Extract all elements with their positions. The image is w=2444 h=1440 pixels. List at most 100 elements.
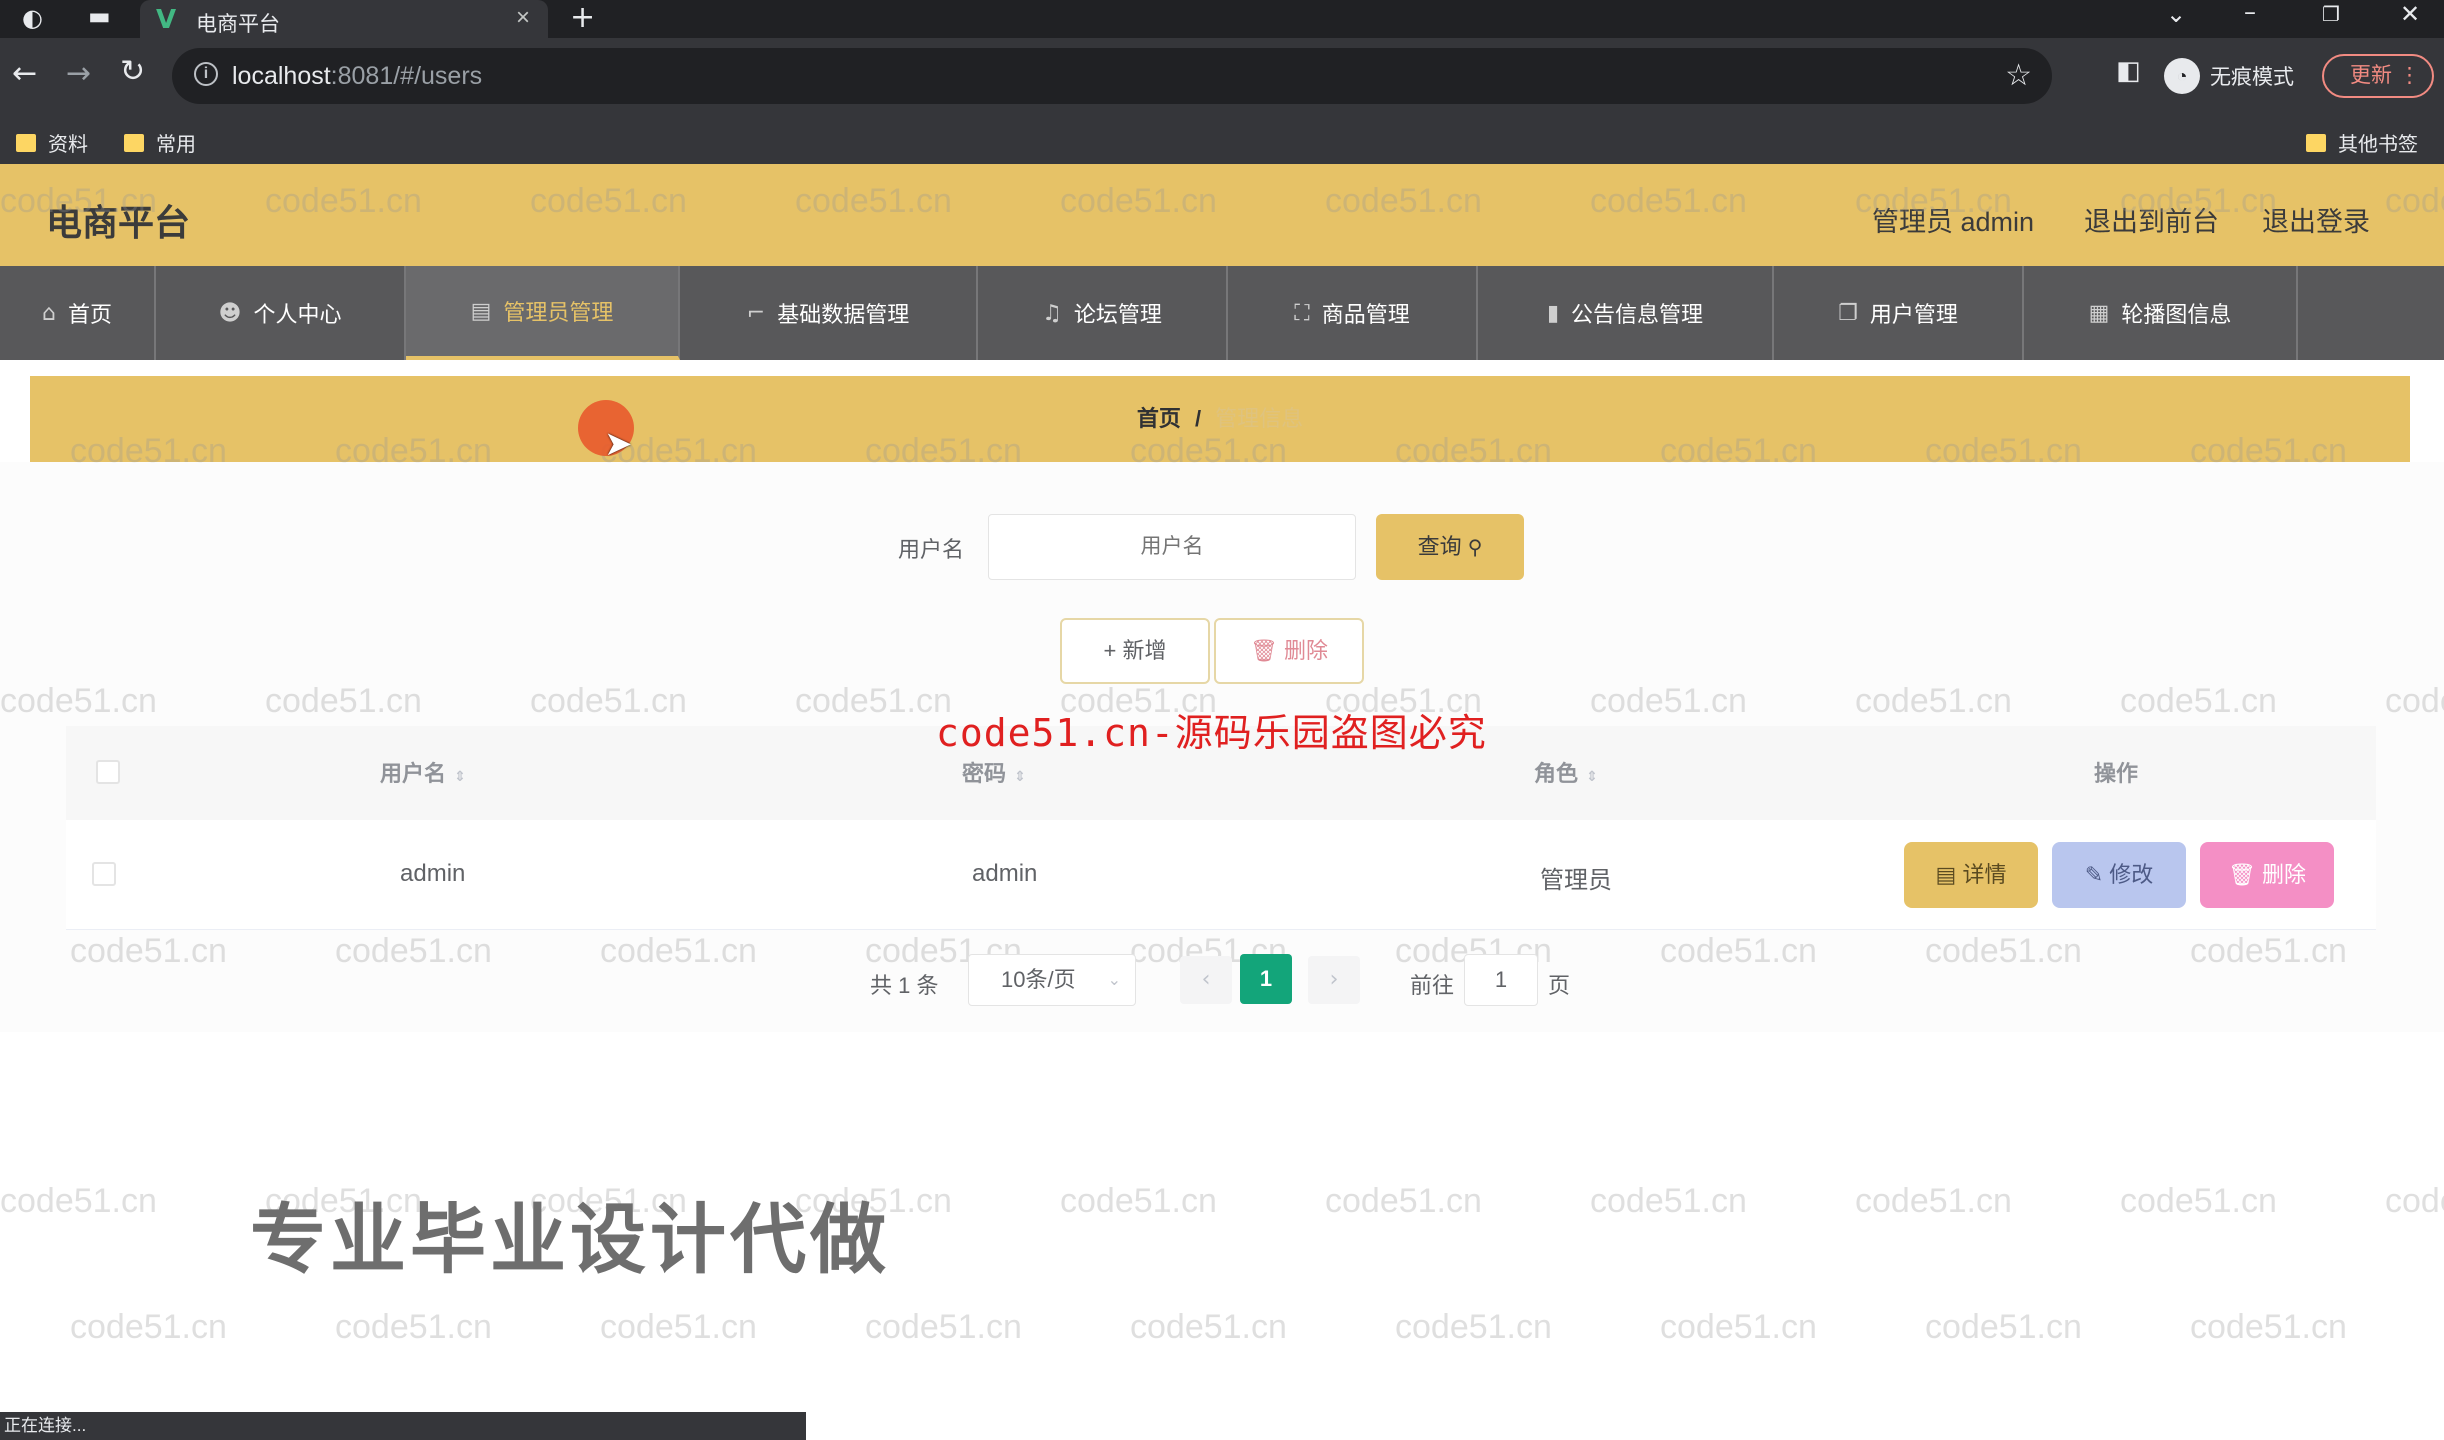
breadcrumb-separator: / [1194, 406, 1202, 431]
document-icon: ▤ [1935, 862, 1957, 887]
update-button[interactable]: 更新 ⋮ [2322, 54, 2434, 98]
promo-text: 专业毕业设计代做 [250, 1198, 890, 1283]
window-close-icon[interactable]: ✕ [2400, 0, 2420, 28]
incognito-indicator[interactable]: ◔ 无痕模式 [2164, 58, 2294, 94]
folder-icon [124, 133, 144, 152]
edit-icon: ✎ [2084, 862, 2104, 887]
nav-label: 商品管理 [1321, 302, 1410, 327]
restore-icon[interactable]: ❐ [2322, 2, 2340, 26]
watermark-text: code51.cn [335, 1308, 492, 1346]
sidepanel-icon[interactable]: ◧ [2116, 56, 2141, 86]
batch-delete-button[interactable]: 🗑 删除 [1214, 618, 1364, 684]
prev-page-button[interactable]: ‹ [1180, 956, 1232, 1004]
trash-icon: 🗑 [2227, 862, 2256, 887]
crop-icon: ⌐ [746, 300, 766, 326]
home-icon: ⌂ [42, 300, 56, 326]
table-icon: ▤ [470, 298, 492, 324]
info-icon[interactable]: i [194, 62, 218, 86]
select-all-checkbox[interactable] [96, 760, 120, 784]
row-delete-button[interactable]: 🗑 删除 [2200, 842, 2334, 908]
detail-label: 详情 [1962, 862, 2007, 887]
nav-item-goods[interactable]: ⛶ 商品管理 [1228, 266, 1478, 360]
forward-icon[interactable]: → [66, 56, 91, 91]
chevron-down-icon[interactable]: ⌄ [2166, 0, 2186, 28]
query-label: 查询 [1417, 534, 1462, 559]
watermark-text: code51.cn [0, 1182, 157, 1220]
back-icon[interactable]: ← [12, 56, 37, 91]
new-tab-icon[interactable]: + [570, 0, 595, 35]
nav-label: 轮播图信息 [2121, 302, 2232, 327]
nav-item-forum[interactable]: ♫ 论坛管理 [978, 266, 1228, 360]
page-number-current[interactable]: 1 [1240, 954, 1292, 1004]
reload-icon[interactable]: ↻ [120, 54, 145, 89]
tab-list-icon[interactable]: ▬ [88, 2, 111, 30]
nav-item-home[interactable]: ⌂ 首页 [0, 266, 156, 360]
header-password-label: 密码 [962, 761, 1007, 786]
watermark-text: code51.cn [2190, 432, 2347, 470]
breadcrumb-home[interactable]: 首页 [1137, 406, 1181, 431]
watermark-text: code51.cn [1060, 182, 1217, 220]
sort-icon: ⇕ [454, 769, 466, 785]
watermark-text: code51.cn [1925, 1308, 2082, 1346]
bookmark-label: 资料 [48, 134, 88, 156]
watermark-text: code51.cn [1590, 682, 1747, 720]
main-nav: ⌂ 首页 ☻ 个人中心 ▤ 管理员管理 ⌐ 基础数据管理 ♫ 论坛管理 ⛶ 商品… [0, 266, 2444, 360]
nav-item-users[interactable]: ❐ 用户管理 [1774, 266, 2024, 360]
watermark-text: code51.cn [70, 1308, 227, 1346]
query-button[interactable]: 查询 ⚲ [1376, 514, 1524, 580]
bookmark-folder[interactable]: 资料 [16, 128, 88, 157]
incognito-icon: ◔ [2164, 58, 2200, 94]
watermark-text: code51.cn [1060, 1182, 1217, 1220]
watermark-text: code51.cn [865, 432, 1022, 470]
next-page-button[interactable]: › [1308, 956, 1360, 1004]
header-operation: 操作 [2094, 761, 2139, 786]
fullscreen-icon: ⛶ [1294, 300, 1310, 326]
grid-icon: ▦ [2088, 300, 2110, 326]
search-input[interactable] [988, 514, 1356, 580]
browser-menu-icon[interactable]: ◐ [22, 4, 43, 32]
header-role[interactable]: 角色 ⇕ [1534, 756, 1598, 788]
watermark-text: code51.cn [265, 682, 422, 720]
logout-link[interactable]: 退出登录 [2262, 200, 2370, 239]
url-field[interactable]: i localhost:8081/#/users ☆ [172, 48, 2052, 104]
other-bookmarks[interactable]: 其他书签 [2306, 128, 2418, 157]
watermark-text: code51.cn [2120, 1182, 2277, 1220]
delete-label: 删除 [1284, 638, 1329, 663]
nav-item-basic-data[interactable]: ⌐ 基础数据管理 [680, 266, 978, 360]
watermark-text: code51.cn [530, 682, 687, 720]
page-size-select[interactable]: 10条/页 ⌄ [968, 954, 1136, 1006]
nav-item-carousel[interactable]: ▦ 轮播图信息 [2024, 266, 2298, 360]
watermark-text: code51.cn [1395, 1308, 1552, 1346]
watermark-text: code51.cn [795, 182, 952, 220]
bookmark-folder[interactable]: 常用 [124, 128, 196, 157]
add-label: 新增 [1122, 638, 1167, 663]
close-icon[interactable]: × [516, 4, 530, 32]
row-checkbox[interactable] [92, 862, 116, 886]
url-text[interactable]: localhost:8081/#/users [232, 62, 482, 91]
nav-item-notice[interactable]: ▮ 公告信息管理 [1478, 266, 1774, 360]
watermark-text: code51.cn [1130, 1308, 1287, 1346]
nav-item-admin[interactable]: ▤ 管理员管理 [406, 266, 680, 360]
browser-tab[interactable]: V 电商平台 × [140, 0, 548, 38]
folder-icon [16, 133, 36, 152]
cell-role: 管理员 [1540, 867, 1612, 894]
detail-button[interactable]: ▤ 详情 [1904, 842, 2038, 908]
bookmark-star-icon[interactable]: ☆ [2005, 58, 2032, 93]
nav-label: 首页 [67, 302, 112, 327]
goto-page-input[interactable] [1464, 954, 1538, 1006]
page-unit-label: 页 [1548, 973, 1571, 998]
notice-icon: ▮ [1546, 300, 1560, 326]
edit-button[interactable]: ✎ 修改 [2052, 842, 2186, 908]
watermark-text: code51.cn [1855, 1182, 2012, 1220]
nav-item-profile[interactable]: ☻ 个人中心 [156, 266, 406, 360]
add-button[interactable]: + 新增 [1060, 618, 1210, 684]
watermark-text: code51.cn [1855, 682, 2012, 720]
watermark-text: code51.cn [1325, 182, 1482, 220]
pagination-total: 共 1 条 [870, 973, 939, 998]
url-host: localhost [232, 62, 331, 90]
update-label: 更新 [2350, 64, 2392, 87]
minimize-icon[interactable]: – [2244, 0, 2256, 26]
nav-label: 用户管理 [1869, 302, 1958, 327]
header-username[interactable]: 用户名 ⇕ [380, 756, 466, 788]
header-password[interactable]: 密码 ⇕ [962, 756, 1026, 788]
